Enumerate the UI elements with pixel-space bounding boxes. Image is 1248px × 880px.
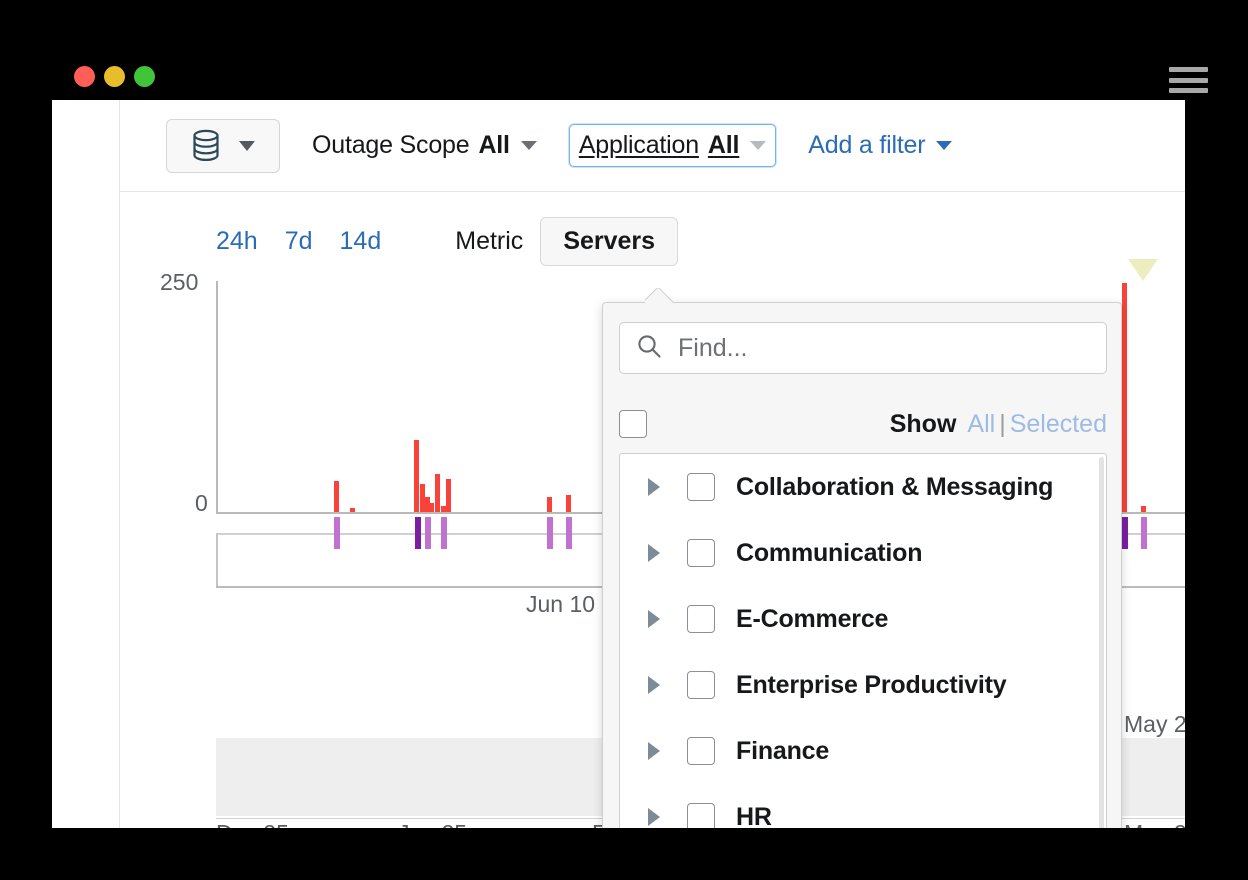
range-7d[interactable]: 7d: [285, 227, 313, 256]
chart-bar: [350, 508, 355, 512]
metric-selector-button[interactable]: Servers: [540, 217, 678, 266]
filter-application[interactable]: Application All: [569, 124, 776, 167]
list-item[interactable]: Collaboration & Messaging: [620, 454, 1106, 520]
event-marker: [1141, 517, 1147, 549]
time-range-row: 24h 7d 14d Metric Servers: [216, 217, 678, 266]
chart-bar: [547, 497, 552, 512]
application-window: Outage Scope All Application All Add a f…: [0, 0, 1248, 880]
event-marker: [425, 517, 431, 549]
traffic-light-group: [74, 66, 155, 87]
close-window-button[interactable]: [74, 66, 95, 87]
category-checkbox[interactable]: [687, 539, 715, 567]
category-label: Communication: [736, 539, 922, 568]
category-checkbox[interactable]: [687, 671, 715, 699]
chart-bar: [429, 503, 434, 512]
show-filter-group: Show All | Selected: [890, 410, 1107, 439]
show-selected-link[interactable]: Selected: [1010, 410, 1107, 439]
dropdown-pointer: [645, 288, 675, 303]
chart-bar: [1141, 506, 1146, 512]
category-checkbox[interactable]: [687, 803, 715, 828]
window-title-bar: [52, 0, 1248, 100]
event-marker: [566, 517, 572, 549]
event-marker: [415, 517, 421, 549]
chevron-right-icon[interactable]: [648, 742, 660, 760]
chart-bar: [435, 474, 440, 512]
list-item[interactable]: Enterprise Productivity: [620, 652, 1106, 718]
category-label: HR: [736, 803, 772, 829]
chart-bar: [446, 479, 451, 512]
chevron-right-icon[interactable]: [648, 478, 660, 496]
hamburger-bar: [1169, 88, 1208, 93]
application-filter-dropdown: Show All | Selected Collaboration & Mess…: [602, 302, 1122, 828]
chart-bar: [566, 495, 571, 512]
category-checkbox[interactable]: [687, 605, 715, 633]
chevron-right-icon[interactable]: [648, 808, 660, 826]
overview-tick-jan: Jan 25: [398, 820, 467, 828]
dropdown-search-box[interactable]: [619, 322, 1107, 374]
search-icon: [636, 333, 662, 364]
category-checkbox[interactable]: [687, 473, 715, 501]
category-label: Enterprise Productivity: [736, 671, 1006, 700]
event-marker: [334, 517, 340, 549]
show-all-link[interactable]: All: [967, 410, 995, 439]
minimize-window-button[interactable]: [104, 66, 125, 87]
left-rail: [52, 100, 120, 828]
range-24h[interactable]: 24h: [216, 227, 258, 256]
search-input[interactable]: [676, 333, 1060, 364]
chart-bar: [414, 440, 419, 512]
select-all-checkbox[interactable]: [619, 410, 647, 438]
app-content: Outage Scope All Application All Add a f…: [52, 100, 1185, 828]
show-label: Show: [890, 410, 957, 439]
chevron-down-icon: [750, 141, 766, 150]
x-axis-label-jun: Jun 10: [526, 591, 595, 618]
filter-value: All: [478, 131, 509, 160]
category-label: Finance: [736, 737, 829, 766]
hamburger-bar: [1169, 67, 1208, 72]
hamburger-menu-icon[interactable]: [1169, 67, 1208, 93]
chevron-down-icon: [936, 141, 952, 150]
filter-label: Outage Scope: [312, 131, 469, 160]
category-label: Collaboration & Messaging: [736, 473, 1053, 502]
list-item[interactable]: HR: [620, 784, 1106, 828]
y-axis-tick-max: 250: [160, 269, 198, 296]
filter-label: Application: [579, 131, 699, 160]
filter-bar: Outage Scope All Application All Add a f…: [120, 100, 1185, 192]
category-checkbox[interactable]: [687, 737, 715, 765]
chevron-right-icon[interactable]: [648, 544, 660, 562]
database-icon: [191, 129, 221, 163]
select-all-row: Show All | Selected: [619, 399, 1107, 449]
list-item[interactable]: Finance: [620, 718, 1106, 784]
datasource-selector-button[interactable]: [166, 119, 280, 173]
maximize-window-button[interactable]: [134, 66, 155, 87]
hamburger-bar: [1169, 78, 1208, 83]
chart-bar: [334, 481, 339, 512]
filter-outage-scope[interactable]: Outage Scope All: [302, 124, 547, 167]
list-scrollbar[interactable]: [1099, 457, 1104, 828]
overview-tick-dec: Dec 25: [216, 820, 289, 828]
add-filter-label: Add a filter: [808, 131, 925, 160]
application-category-list[interactable]: Collaboration & Messaging Communication …: [619, 453, 1107, 828]
list-item[interactable]: E-Commerce: [620, 586, 1106, 652]
y-axis-tick-zero: 0: [195, 490, 208, 517]
add-filter-button[interactable]: Add a filter: [798, 124, 962, 167]
event-marker: [1122, 517, 1128, 549]
chevron-right-icon[interactable]: [648, 610, 660, 628]
chart-bar: [1122, 283, 1127, 512]
category-label: E-Commerce: [736, 605, 888, 634]
chevron-right-icon[interactable]: [648, 676, 660, 694]
event-marker: [547, 517, 553, 549]
chevron-down-icon: [521, 141, 537, 150]
metric-label: Metric: [455, 227, 523, 256]
list-item[interactable]: Communication: [620, 520, 1106, 586]
peak-marker-icon[interactable]: [1128, 259, 1158, 281]
chart-bar: [441, 506, 446, 512]
chevron-down-icon: [239, 141, 255, 151]
event-marker: [441, 517, 447, 549]
range-14d[interactable]: 14d: [340, 227, 382, 256]
x-axis-label-may: May 29: [1124, 711, 1185, 738]
filter-value: All: [708, 131, 739, 160]
overview-tick-may: May 29: [1124, 820, 1185, 828]
show-separator: |: [999, 410, 1006, 439]
